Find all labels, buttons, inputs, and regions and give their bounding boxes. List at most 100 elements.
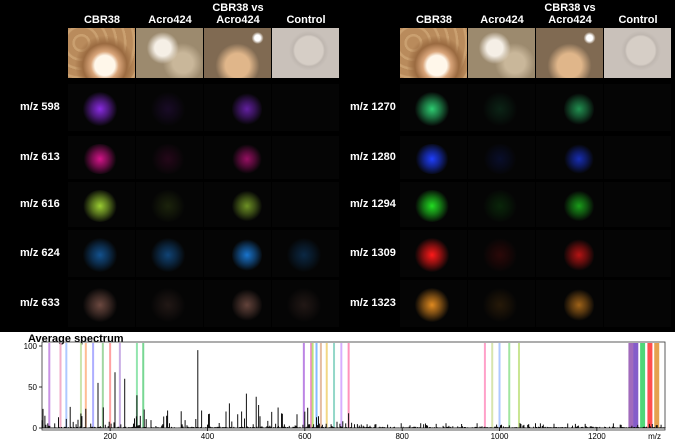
signal-spot [414, 92, 450, 126]
ion-image-tile [136, 182, 203, 227]
highlight-band [633, 343, 639, 428]
signal-spot [564, 288, 594, 322]
ion-image-tile [604, 84, 671, 131]
row-label: m/z 616 [20, 198, 60, 210]
signal-spot [150, 92, 186, 126]
row-label: m/z 1280 [350, 151, 396, 163]
highlight-band [315, 343, 318, 428]
row-label: m/z 1270 [350, 101, 396, 113]
signal-spot [82, 92, 118, 126]
spectrum-peaks [41, 350, 666, 428]
ion-image-tile [68, 280, 135, 327]
signal-spot [482, 190, 518, 222]
signal-spot [150, 144, 186, 174]
ion-image-tile [400, 230, 467, 277]
column-header: CBR38 [415, 14, 453, 26]
ion-image-panel: CBR38 Acro424 CBR38 vs Acro424 Control m/z 5… [0, 0, 675, 332]
ion-image-tile [468, 136, 535, 179]
x-tick-label: 600 [298, 432, 312, 441]
ion-image-tile [400, 182, 467, 227]
row-label: m/z 613 [20, 151, 60, 163]
ion-image-tile [468, 280, 535, 327]
ion-image-tile [400, 136, 467, 179]
signal-spot [414, 144, 450, 174]
x-tick-label: 200 [103, 432, 117, 441]
ion-image-tile [468, 230, 535, 277]
row-label: m/z 1309 [350, 247, 396, 259]
highlight-band [483, 343, 486, 428]
highlight-band [311, 343, 314, 428]
signal-spot [232, 238, 262, 272]
highlight-band [628, 343, 634, 428]
optical-image [204, 28, 271, 78]
highlight-band [325, 343, 328, 428]
optical-image [468, 28, 535, 78]
ion-image-tile [536, 230, 603, 277]
signal-spot [482, 288, 518, 322]
signal-spot [564, 92, 594, 126]
column-header: CBR38 [83, 14, 121, 26]
x-tick-label: 1000 [491, 432, 509, 441]
highlight-band [498, 343, 501, 428]
signal-spot [414, 190, 450, 222]
ion-image-tile [136, 136, 203, 179]
ion-image-tile [272, 136, 339, 179]
signal-spot [286, 288, 322, 322]
average-spectrum-panel: Average spectrum 100 50 0 200 400 600 800 1000 1… [0, 332, 675, 446]
ion-image-tile [204, 136, 271, 179]
ion-image-tile [204, 280, 271, 327]
row-label: m/z 633 [20, 297, 60, 309]
ion-image-tile [136, 280, 203, 327]
signal-spot [232, 144, 262, 174]
row-label: m/z 1294 [350, 198, 396, 210]
signal-spot [82, 190, 118, 222]
signal-spot [232, 288, 262, 322]
optical-image [272, 28, 339, 78]
x-axis-unit: m/z [648, 432, 661, 441]
ion-image-tile [204, 230, 271, 277]
signal-spot [564, 238, 594, 272]
ion-image-tile [536, 84, 603, 131]
signal-spot [150, 190, 186, 222]
optical-image [400, 28, 467, 78]
row-label: m/z 624 [20, 247, 60, 259]
highlight-band [508, 343, 511, 428]
signal-spot [82, 144, 118, 174]
column-header: Acro424 [480, 14, 524, 26]
signal-spot [150, 238, 186, 272]
ion-image-tile [536, 136, 603, 179]
y-tick-label: 50 [28, 383, 37, 392]
highlight-band [491, 343, 494, 428]
signal-spot [482, 144, 518, 174]
signal-spot [232, 92, 262, 126]
highlight-band [640, 343, 646, 428]
ion-image-tile [204, 182, 271, 227]
ion-image-tile [272, 280, 339, 327]
highlight-band [92, 343, 95, 428]
column-header: CBR38 vs Acro424 [544, 2, 596, 26]
ion-image-tile [536, 280, 603, 327]
y-tick-label: 100 [24, 342, 38, 351]
signal-spot [414, 238, 450, 272]
ion-image-tile [604, 230, 671, 277]
highlight-band [109, 343, 112, 428]
column-header: Acro424 [148, 14, 192, 26]
x-tick-label: 1200 [588, 432, 606, 441]
ion-image-tile [604, 182, 671, 227]
highlight-band [340, 343, 343, 428]
y-tick-label: 0 [33, 424, 38, 433]
ion-image-tile [468, 182, 535, 227]
x-tick-label: 800 [395, 432, 409, 441]
optical-image [136, 28, 203, 78]
row-label: m/z 1323 [350, 297, 396, 309]
signal-spot [82, 288, 118, 322]
signal-spot [482, 92, 518, 126]
plot-frame [41, 341, 666, 431]
signal-spot [482, 238, 518, 272]
ion-image-tile [272, 230, 339, 277]
highlight-band [517, 343, 520, 428]
ion-image-tile [604, 136, 671, 179]
signal-spot [564, 190, 594, 222]
ion-image-tile [272, 182, 339, 227]
row-label: m/z 598 [20, 101, 60, 113]
